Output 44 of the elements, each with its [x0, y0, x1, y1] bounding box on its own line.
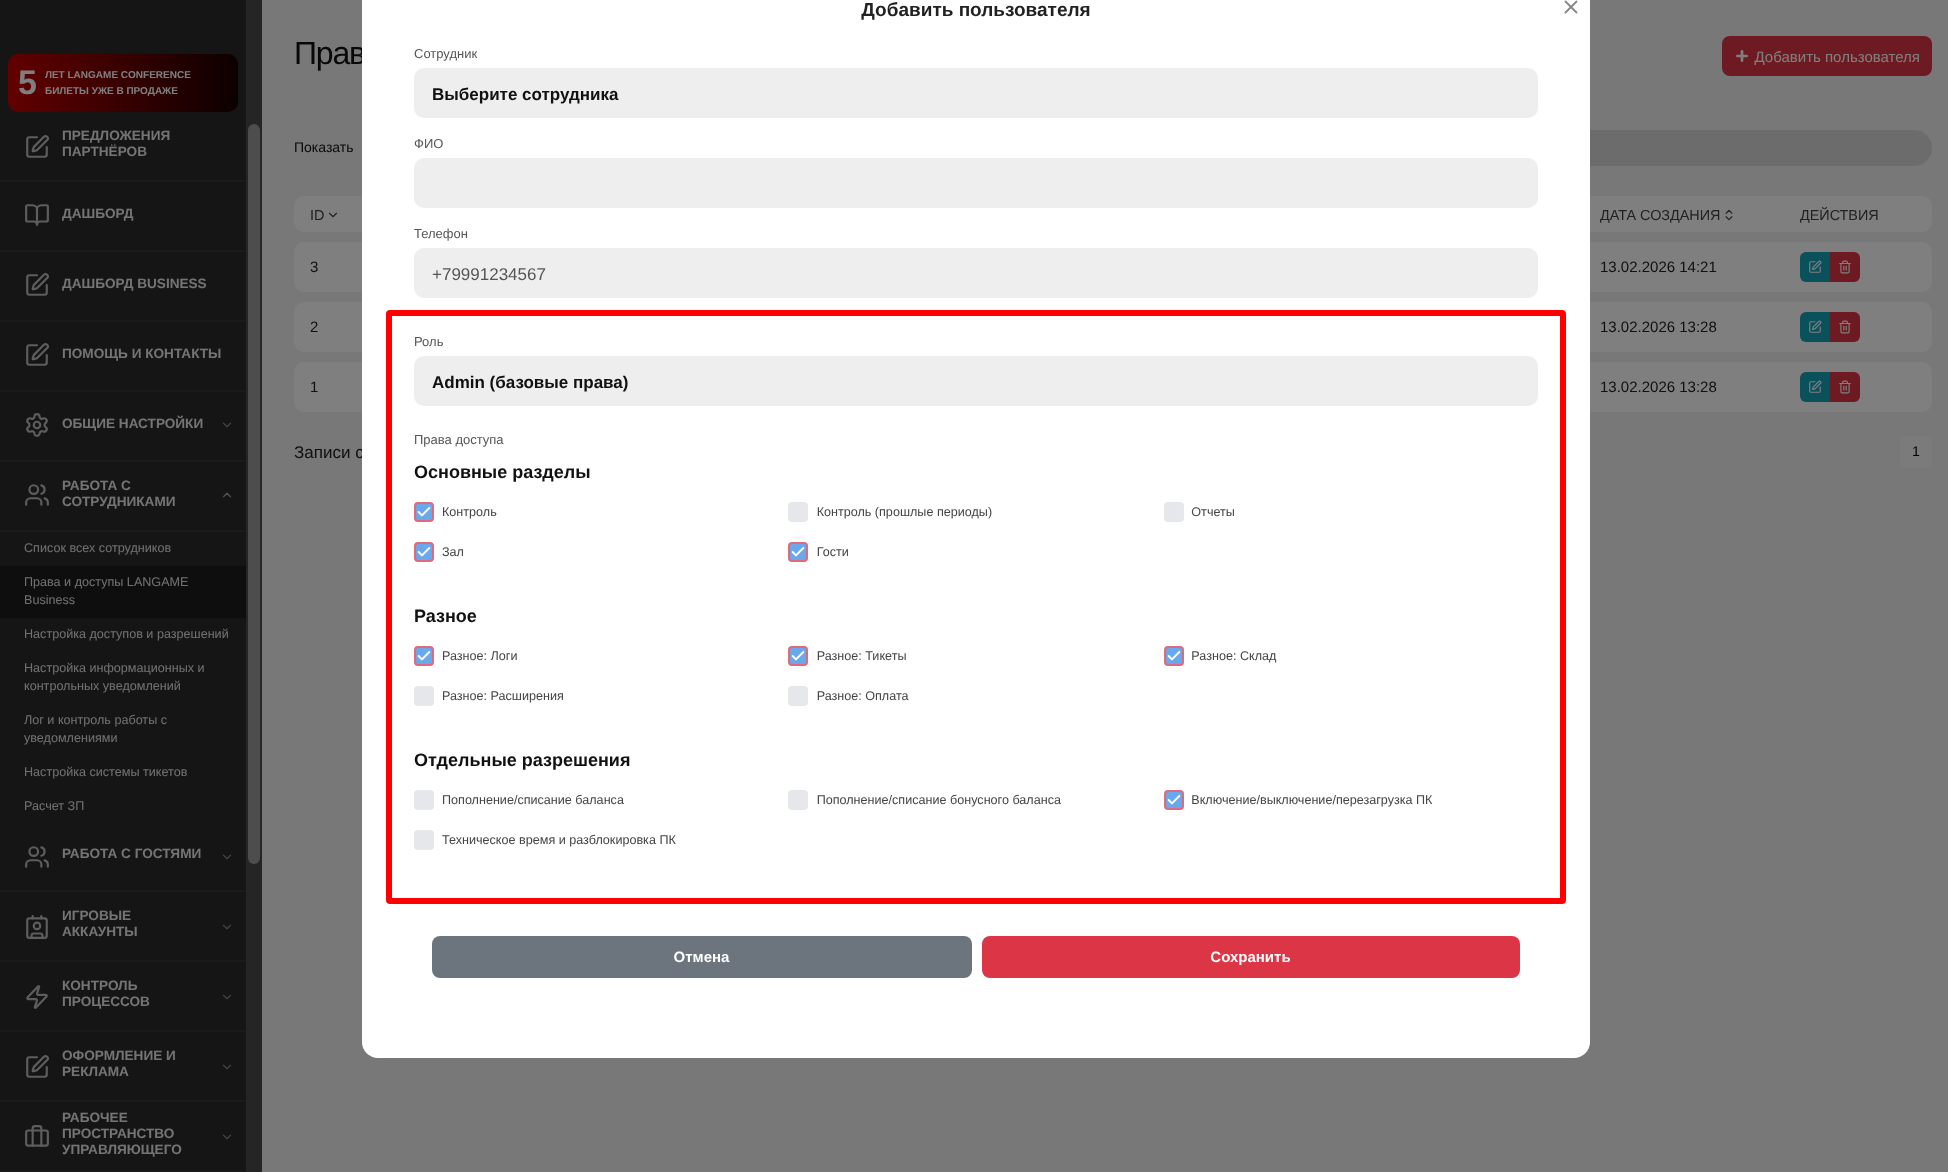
lightning-icon — [24, 983, 50, 1010]
sort-icon — [326, 207, 341, 221]
users-icon — [24, 482, 50, 509]
trash-icon — [1838, 320, 1852, 334]
section-title: Разное — [414, 606, 479, 626]
scrollbar[interactable] — [246, 0, 262, 1172]
checkbox[interactable] — [788, 646, 809, 666]
edit-icon — [1808, 320, 1822, 334]
edit-button[interactable] — [1800, 372, 1830, 402]
sort-icon — [1722, 207, 1737, 221]
pencil-square-icon — [24, 1053, 50, 1080]
promo-number: 5 — [18, 63, 37, 104]
plus-icon — [1734, 48, 1751, 64]
edit-button[interactable] — [1800, 252, 1830, 282]
pencil-square-icon — [24, 272, 50, 299]
edit-icon — [1808, 380, 1822, 394]
checkbox[interactable] — [414, 502, 434, 522]
trash-icon — [1838, 380, 1852, 394]
delete-button[interactable] — [1830, 312, 1860, 342]
edit-button[interactable] — [1800, 312, 1830, 342]
delete-button[interactable] — [1830, 372, 1860, 402]
select-field[interactable]: Admin (базовые права) — [414, 356, 1538, 406]
section-title: Основные разделы — [414, 462, 593, 482]
checkbox[interactable] — [788, 542, 809, 562]
section-title: Отдельные разрешения — [414, 750, 633, 770]
users-icon — [24, 843, 50, 870]
close-button[interactable] — [1560, 0, 1582, 18]
page-title: Прав — [294, 38, 365, 74]
checkbox[interactable] — [1163, 790, 1184, 810]
book-icon — [24, 202, 50, 229]
briefcase-icon — [24, 1123, 50, 1150]
select-field[interactable]: Выберите сотрудника — [414, 68, 1538, 118]
pencil-square-icon — [24, 133, 50, 160]
modal-title: Добавить пользователя — [861, 0, 1091, 21]
pencil-square-icon — [24, 342, 50, 369]
checkbox[interactable] — [1163, 646, 1184, 666]
checkbox[interactable] — [414, 646, 434, 666]
delete-button[interactable] — [1830, 252, 1860, 282]
gear-icon — [24, 412, 50, 439]
contact-card-icon — [24, 913, 50, 940]
input-field[interactable]: +79991234567 — [414, 248, 1538, 298]
checkbox[interactable] — [414, 542, 434, 562]
edit-icon — [1808, 260, 1822, 274]
trash-icon — [1838, 260, 1852, 274]
